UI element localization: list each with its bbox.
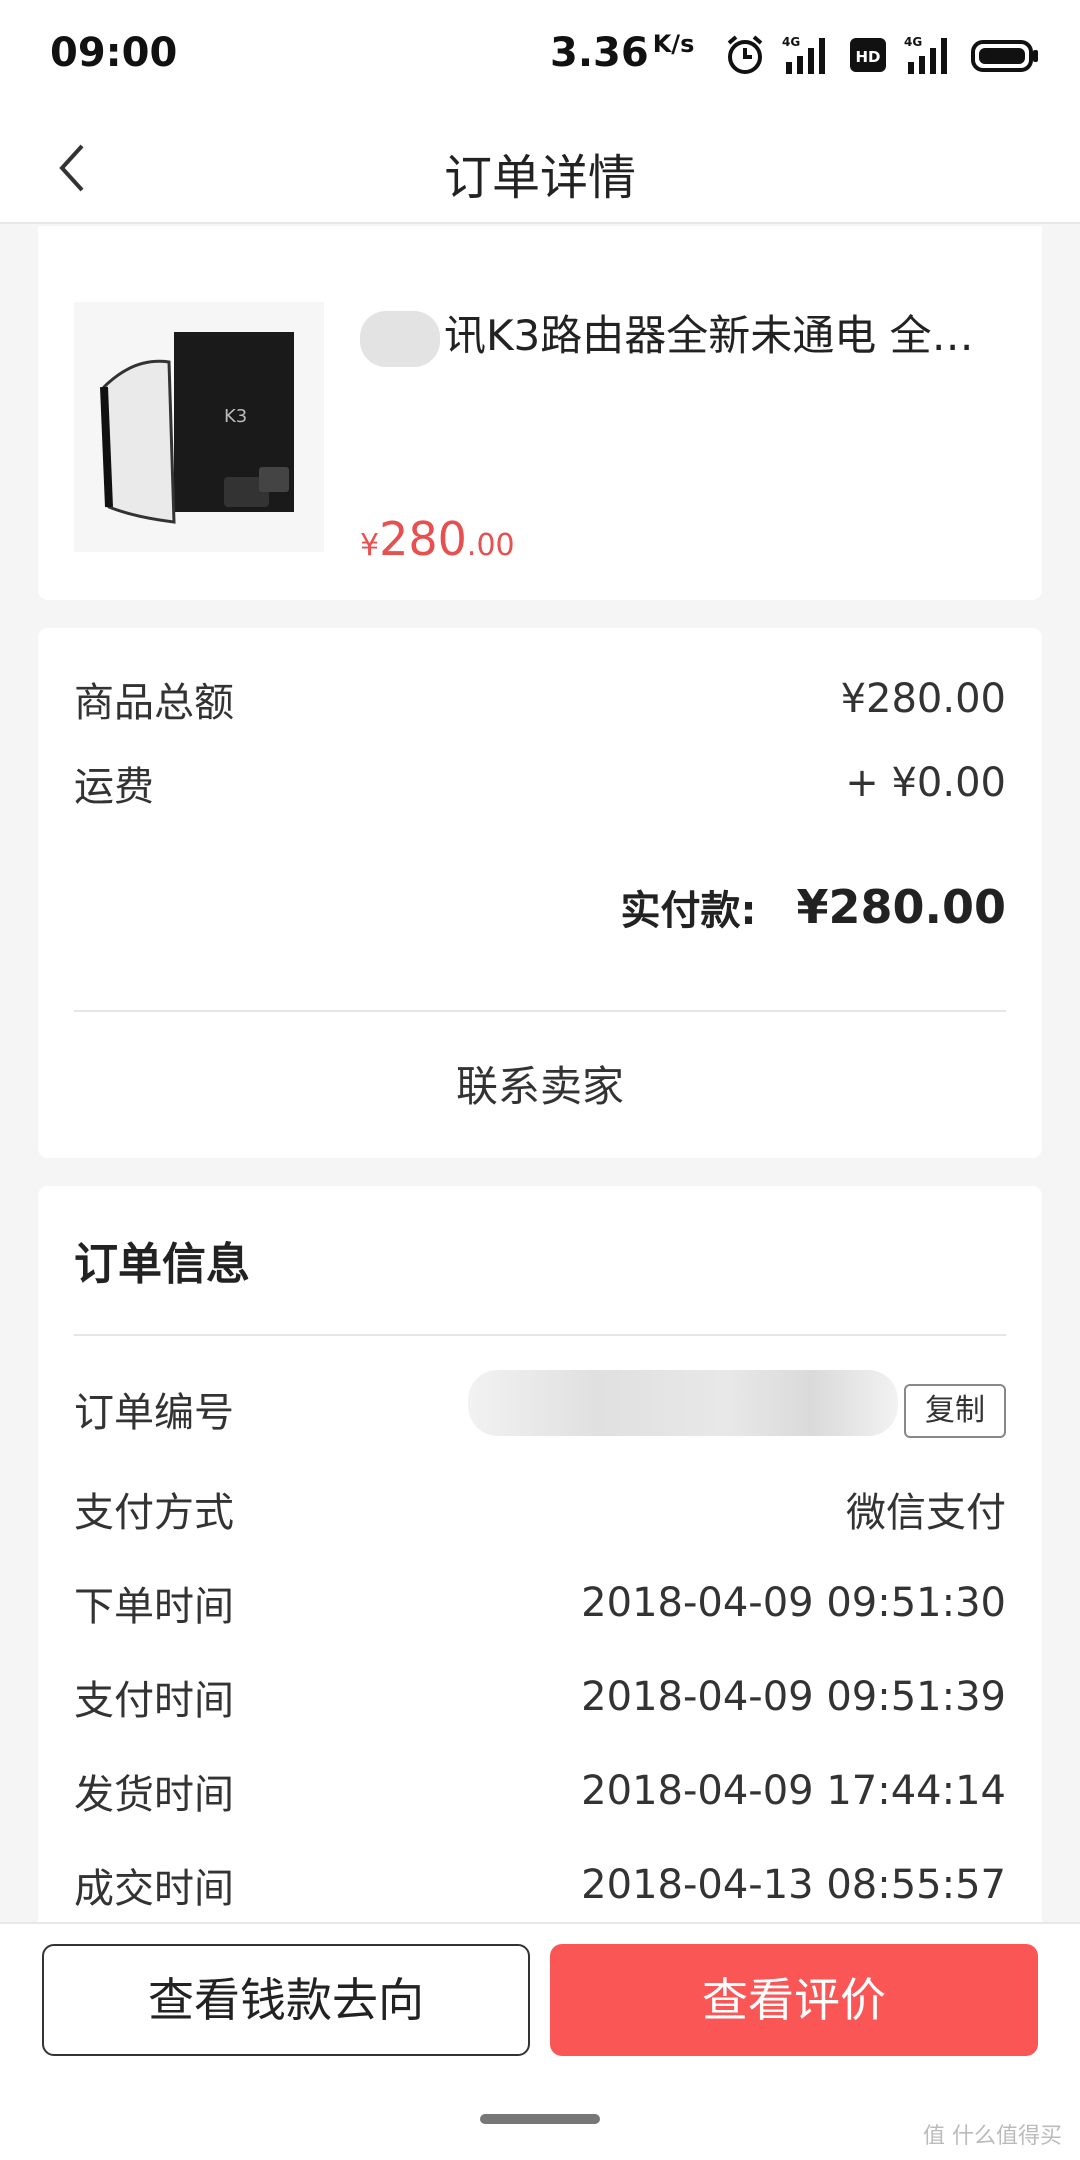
subtotal-row: 商品总额 ¥280.00	[74, 670, 1006, 728]
price-symbol: ¥	[360, 528, 380, 563]
watermark: 值 什么值得买	[923, 2124, 1062, 2149]
hd-label: HD	[855, 48, 880, 66]
view-money-flow-button[interactable]: 查看钱款去向	[42, 1944, 530, 2056]
payment-method-row: 支付方式 微信支付	[74, 1480, 1006, 1538]
payment-time-row: 支付时间 2018-04-09 09:51:39	[74, 1668, 1006, 1726]
order-info-heading: 订单信息	[74, 1239, 250, 1290]
paid-row: 实付款: ¥280.00	[620, 878, 1006, 936]
subtotal-label: 商品总额	[74, 680, 234, 726]
ship-time-value: 2018-04-09 17:44:14	[581, 1768, 1006, 1814]
ship-time-label: 发货时间	[74, 1772, 234, 1818]
battery-icon	[970, 34, 1040, 76]
product-image[interactable]: K3	[74, 302, 324, 552]
product-title-text: 讯K3路由器全新未通电 全新...	[444, 311, 1010, 360]
page-title: 订单详情	[443, 150, 636, 206]
signal-4g-label: 4G	[782, 35, 800, 49]
divider	[74, 1334, 1006, 1336]
deal-time-value: 2018-04-13 08:55:57	[581, 1862, 1006, 1908]
product-price: ¥280.00	[360, 512, 515, 566]
status-time: 09:00	[50, 30, 178, 76]
copy-button[interactable]: 复制	[904, 1384, 1006, 1438]
status-icons: 4G HD 4G	[724, 34, 1040, 76]
order-time-value: 2018-04-09 09:51:30	[581, 1580, 1006, 1626]
shipping-label: 运费	[74, 764, 154, 810]
paid-value: ¥280.00	[796, 880, 1006, 934]
nav-bar: 订单详情	[0, 112, 1080, 224]
deal-time-row: 成交时间 2018-04-13 08:55:57	[74, 1856, 1006, 1914]
payment-method-value: 微信支付	[846, 1490, 1006, 1536]
home-indicator[interactable]	[480, 2114, 600, 2124]
amount-card: 商品总额 ¥280.00 运费 + ¥0.00 实付款: ¥280.00 联系卖…	[38, 628, 1042, 1158]
alarm-icon	[724, 34, 766, 76]
paid-label: 实付款:	[620, 888, 757, 934]
product-title[interactable]: 讯K3路由器全新未通电 全新...	[360, 302, 1010, 367]
bottom-action-bar: 查看钱款去向 查看评价 值 什么值得买	[0, 1922, 1080, 2160]
view-review-button[interactable]: 查看评价	[550, 1944, 1038, 2056]
divider	[74, 1010, 1006, 1012]
order-info-card: 订单信息 订单编号 复制 支付方式 微信支付 下单时间 2018-04-09 0…	[38, 1186, 1042, 1926]
signal-4g-label: 4G	[904, 35, 922, 49]
redacted-blur	[360, 310, 440, 367]
signal-4g-icon: 4G	[782, 34, 832, 76]
order-number-label: 订单编号	[74, 1390, 234, 1436]
payment-time-value: 2018-04-09 09:51:39	[581, 1674, 1006, 1720]
contact-seller-button[interactable]: 联系卖家	[38, 1046, 1042, 1128]
price-decimal: .00	[466, 528, 515, 563]
status-bar: 09:00 3.36 K/s 4G HD 4G	[0, 0, 1080, 112]
redacted-order-number	[468, 1370, 898, 1436]
signal-4g-icon: 4G	[904, 34, 954, 76]
order-time-label: 下单时间	[74, 1584, 234, 1630]
price-integer: 280	[379, 512, 467, 566]
deal-time-label: 成交时间	[74, 1866, 234, 1912]
ship-time-row: 发货时间 2018-04-09 17:44:14	[74, 1762, 1006, 1820]
hd-icon: HD	[848, 34, 888, 76]
network-speed-unit: K/s	[652, 30, 695, 58]
order-time-row: 下单时间 2018-04-09 09:51:30	[74, 1574, 1006, 1632]
network-speed-value: 3.36	[550, 30, 649, 76]
network-speed: 3.36 K/s	[550, 30, 694, 76]
subtotal-value: ¥280.00	[840, 676, 1006, 722]
shipping-value: + ¥0.00	[845, 760, 1006, 806]
payment-time-label: 支付时间	[74, 1678, 234, 1724]
product-image-label: K3	[224, 406, 247, 427]
payment-method-label: 支付方式	[74, 1490, 234, 1536]
shipping-row: 运费 + ¥0.00	[74, 754, 1006, 812]
product-card[interactable]: K3 讯K3路由器全新未通电 全新... ¥280.00	[38, 226, 1042, 600]
